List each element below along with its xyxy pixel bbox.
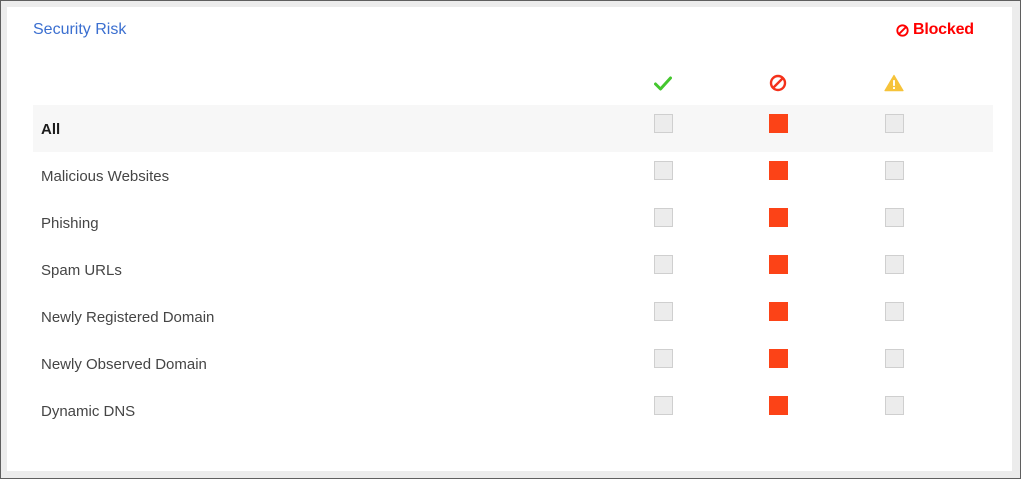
table-row-malicious-websites: Malicious Websites	[33, 152, 993, 199]
table-row-dynamic-dns: Dynamic DNS	[33, 387, 993, 434]
block-checkbox[interactable]	[769, 114, 788, 133]
block-checkbox[interactable]	[769, 161, 788, 180]
row-label: Spam URLs	[41, 262, 122, 279]
allow-checkbox[interactable]	[654, 114, 673, 133]
section-title: Security Risk	[33, 21, 127, 38]
security-risk-card: Security Risk Blocked All Malicious Webs…	[7, 7, 1012, 471]
allow-column-header	[653, 73, 673, 93]
allow-checkbox[interactable]	[654, 396, 673, 415]
block-checkbox[interactable]	[769, 255, 788, 274]
block-checkbox[interactable]	[769, 208, 788, 227]
checkmark-icon	[654, 76, 672, 90]
status-label: Blocked	[913, 21, 974, 38]
table-row-phishing: Phishing	[33, 199, 993, 246]
row-label: Phishing	[41, 215, 99, 232]
warn-checkbox[interactable]	[885, 208, 904, 227]
blocked-icon	[896, 23, 909, 37]
status-indicator: Blocked	[896, 21, 974, 39]
allow-checkbox[interactable]	[654, 161, 673, 180]
allow-checkbox[interactable]	[654, 349, 673, 368]
table-row-newly-registered-domain: Newly Registered Domain	[33, 293, 993, 340]
warn-checkbox[interactable]	[885, 349, 904, 368]
row-label: Malicious Websites	[41, 168, 170, 185]
allow-checkbox[interactable]	[654, 255, 673, 274]
block-checkbox[interactable]	[769, 302, 788, 321]
window-frame: Security Risk Blocked All Malicious Webs…	[0, 0, 1021, 479]
table-row-spam-urls: Spam URLs	[33, 246, 993, 293]
row-label: All	[41, 121, 61, 138]
warn-checkbox[interactable]	[885, 114, 904, 133]
warn-checkbox[interactable]	[885, 255, 904, 274]
allow-checkbox[interactable]	[654, 208, 673, 227]
allow-checkbox[interactable]	[654, 302, 673, 321]
category-table: All Malicious Websites Phishing Spam URL…	[33, 105, 993, 434]
row-label: Newly Registered Domain	[41, 309, 215, 326]
block-column-header	[768, 73, 788, 93]
warn-checkbox[interactable]	[885, 161, 904, 180]
block-icon	[769, 74, 787, 92]
block-checkbox[interactable]	[769, 396, 788, 415]
warning-icon	[884, 74, 904, 92]
row-label: Newly Observed Domain	[41, 356, 207, 373]
table-row-all: All	[33, 105, 993, 152]
block-checkbox[interactable]	[769, 349, 788, 368]
warn-column-header	[884, 73, 904, 93]
warn-checkbox[interactable]	[885, 302, 904, 321]
table-row-newly-observed-domain: Newly Observed Domain	[33, 340, 993, 387]
warn-checkbox[interactable]	[885, 396, 904, 415]
row-label: Dynamic DNS	[41, 403, 136, 420]
